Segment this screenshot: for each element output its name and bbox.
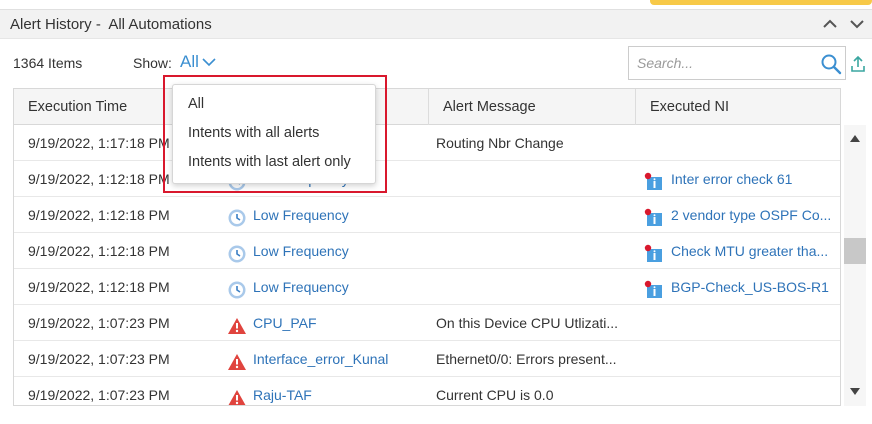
grid-header: Execution Time Alert Message Executed NI	[14, 89, 840, 125]
alert-message-cell	[436, 161, 636, 197]
execution-time-cell: 9/19/2022, 1:12:18 PM	[28, 243, 170, 259]
intent-link[interactable]: Raju-TAF	[253, 377, 312, 405]
clock-icon	[227, 205, 247, 227]
alert-message-cell: Ethernet0/0: Errors present...	[436, 351, 617, 367]
intent-cell: Interface_error_Kunal	[227, 341, 427, 377]
table-row[interactable]: 9/19/2022, 1:07:23 PM Interface_error_Kun…	[14, 341, 840, 377]
alert-message-cell: On this Device CPU Utlizati...	[436, 315, 619, 331]
show-filter-value: All	[180, 52, 199, 71]
executed-ni-link[interactable]: 2 vendor type OSPF Co...	[671, 197, 831, 233]
intent-cell: CPU_PAF	[227, 305, 427, 341]
executed-ni-link[interactable]: Check MTU greater tha...	[671, 233, 828, 269]
table-row[interactable]: 9/19/2022, 1:12:18 PM Low Frequency BGP-Ch…	[14, 269, 840, 305]
intent-cell: Low Frequency	[227, 269, 427, 305]
warning-icon	[227, 313, 247, 334]
table-row[interactable]: 9/19/2022, 1:07:23 PM CPU_PAF On this Devi…	[14, 305, 840, 341]
intent-cell: Low Frequency	[227, 197, 427, 233]
intent-link[interactable]: Low Frequency	[253, 233, 349, 269]
column-header-executed-ni[interactable]: Executed NI	[636, 89, 840, 125]
collapse-chevron-up-icon[interactable]	[822, 16, 838, 32]
execution-time-cell: 9/19/2022, 1:07:23 PM	[28, 351, 170, 367]
ni-alert-icon	[644, 169, 664, 190]
table-row[interactable]: 9/19/2022, 1:12:18 PM Low Frequency Check …	[14, 233, 840, 269]
intent-link[interactable]: CPU_PAF	[253, 305, 317, 341]
execution-time-cell: 9/19/2022, 1:07:23 PM	[28, 315, 170, 331]
table-row[interactable]: 9/19/2022, 1:17:18 PM Routing Nbr Change	[14, 125, 840, 161]
intent-link[interactable]: Low Frequency	[253, 269, 349, 305]
expand-chevron-down-icon[interactable]	[849, 16, 865, 32]
search-icon[interactable]	[820, 53, 842, 75]
top-accent-bar	[650, 0, 872, 5]
panel-title: Alert History - All Automations	[10, 16, 212, 33]
execution-time-cell: 9/19/2022, 1:12:18 PM	[28, 279, 170, 295]
executed-ni-cell	[644, 305, 840, 341]
scroll-up-icon[interactable]	[849, 133, 861, 143]
alert-message-cell	[436, 269, 636, 305]
execution-time-cell: 9/19/2022, 1:12:18 PM	[28, 207, 170, 223]
executed-ni-link[interactable]: Inter error check 61	[671, 161, 792, 197]
items-count: 1364 Items	[13, 55, 83, 71]
intent-link[interactable]: Low Frequency	[253, 197, 349, 233]
intent-cell: Raju-TAF	[227, 377, 427, 405]
search-input[interactable]	[629, 47, 809, 79]
clock-icon	[227, 241, 247, 263]
alert-history-grid: Execution Time Alert Message Executed NI…	[13, 88, 841, 406]
executed-ni-cell: BGP-Check_US-BOS-R1	[644, 269, 840, 305]
executed-ni-cell	[644, 377, 840, 405]
export-icon[interactable]	[850, 55, 866, 73]
intent-cell: Low Frequency	[227, 233, 427, 269]
executed-ni-cell: 2 vendor type OSPF Co...	[644, 197, 840, 233]
alert-message-cell: Current CPU is 0.0	[436, 387, 554, 403]
executed-ni-link[interactable]: BGP-Check_US-BOS-R1	[671, 269, 829, 305]
executed-ni-cell: Inter error check 61	[644, 161, 840, 197]
ni-alert-icon	[644, 205, 664, 226]
warning-icon	[227, 349, 247, 370]
toolbar: 1364 Items Show: All	[0, 44, 872, 84]
alert-message-cell	[436, 233, 636, 269]
alert-message-cell: Routing Nbr Change	[436, 135, 564, 151]
alert-message-cell	[436, 197, 636, 233]
chevron-down-icon	[202, 58, 216, 67]
table-row[interactable]: 9/19/2022, 1:12:18 PM Low Frequency 2 vend…	[14, 197, 840, 233]
scroll-thumb[interactable]	[844, 238, 866, 264]
clock-icon	[227, 277, 247, 299]
table-row[interactable]: 9/19/2022, 1:07:23 PM Raju-TAF Current CPU…	[14, 377, 840, 405]
intent-link[interactable]: Interface_error_Kunal	[253, 341, 388, 377]
panel-title-bar: Alert History - All Automations	[0, 9, 872, 39]
ni-alert-icon	[644, 277, 664, 298]
ni-alert-icon	[644, 241, 664, 262]
warning-icon	[227, 385, 247, 405]
scroll-down-icon[interactable]	[849, 387, 861, 397]
column-header-alert-message[interactable]: Alert Message	[429, 89, 636, 125]
execution-time-cell: 9/19/2022, 1:07:23 PM	[28, 387, 170, 403]
executed-ni-cell: Check MTU greater tha...	[644, 233, 840, 269]
show-filter-dropdown[interactable]: All	[180, 52, 216, 72]
search-box	[628, 46, 846, 80]
highlight-annotation-box	[163, 75, 387, 193]
vertical-scrollbar[interactable]	[844, 125, 866, 406]
table-row[interactable]: 9/19/2022, 1:12:18 PMLow FrequencyInter …	[14, 161, 840, 197]
show-label: Show:	[133, 55, 172, 71]
executed-ni-cell	[644, 341, 840, 377]
executed-ni-cell	[644, 125, 840, 161]
